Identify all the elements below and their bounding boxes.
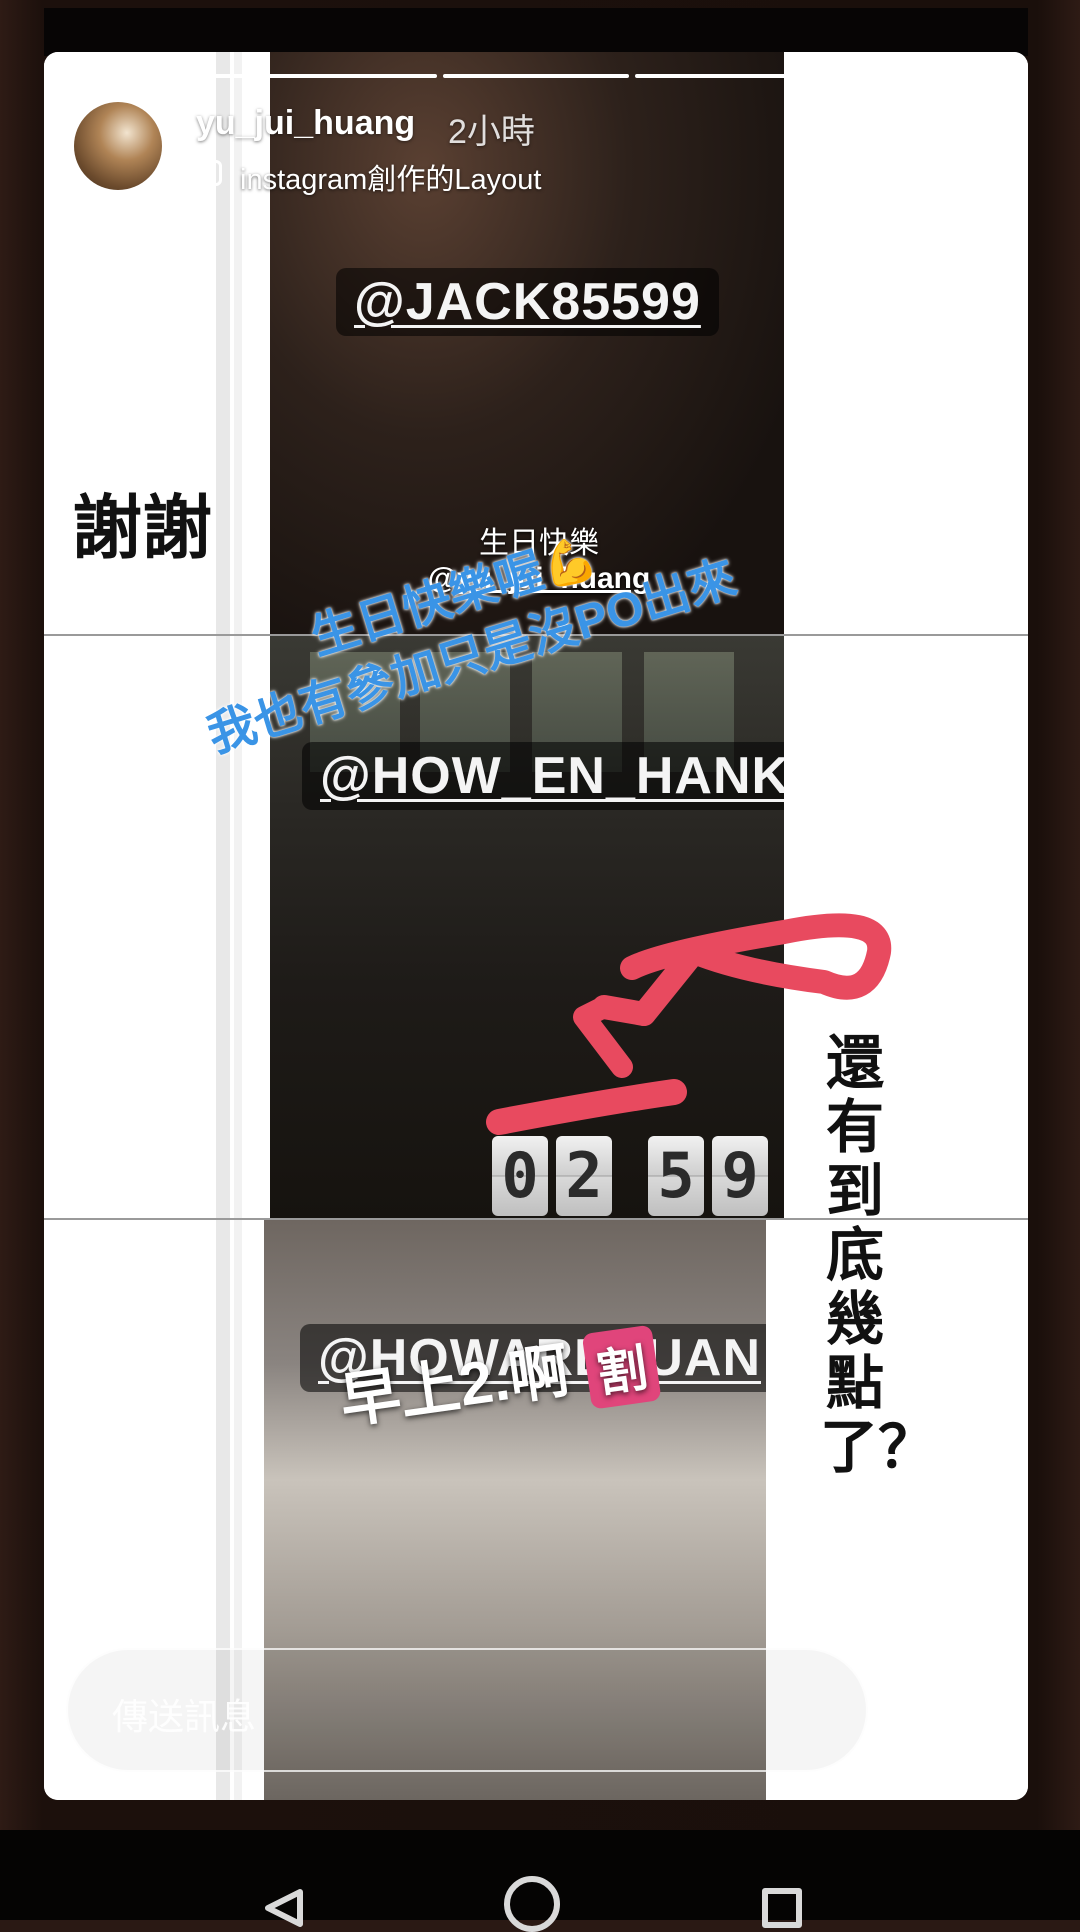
more-options-icon[interactable] — [944, 120, 956, 168]
progress-segment — [827, 74, 1015, 78]
home-icon[interactable] — [504, 1876, 560, 1932]
username[interactable]: yu_jui_huang — [196, 104, 415, 143]
red-arrow-drawing — [486, 913, 892, 1135]
layout-attribution[interactable]: instagram創作的Layout — [240, 156, 541, 198]
layout-app-icon — [196, 160, 222, 186]
reply-input[interactable]: 傳送訊息 — [66, 1648, 868, 1772]
back-icon[interactable] — [262, 1888, 306, 1928]
post-time: 2小時 — [448, 113, 535, 151]
story-progress-bar — [58, 74, 1015, 78]
story-viewer[interactable]: @JACK85599 @HOW_EN_HANK @HOWARDTUAN 謝謝 生… — [44, 52, 1028, 1800]
progress-segment — [442, 74, 630, 78]
send-icon[interactable] — [932, 1676, 996, 1740]
progress-segment — [250, 74, 437, 78]
avatar[interactable] — [74, 102, 162, 190]
recent-apps-icon[interactable] — [762, 1888, 802, 1928]
status-bar — [44, 8, 1028, 56]
progress-segment — [58, 74, 245, 78]
reply-placeholder: 傳送訊息 — [112, 1696, 257, 1737]
progress-segment — [635, 74, 822, 78]
